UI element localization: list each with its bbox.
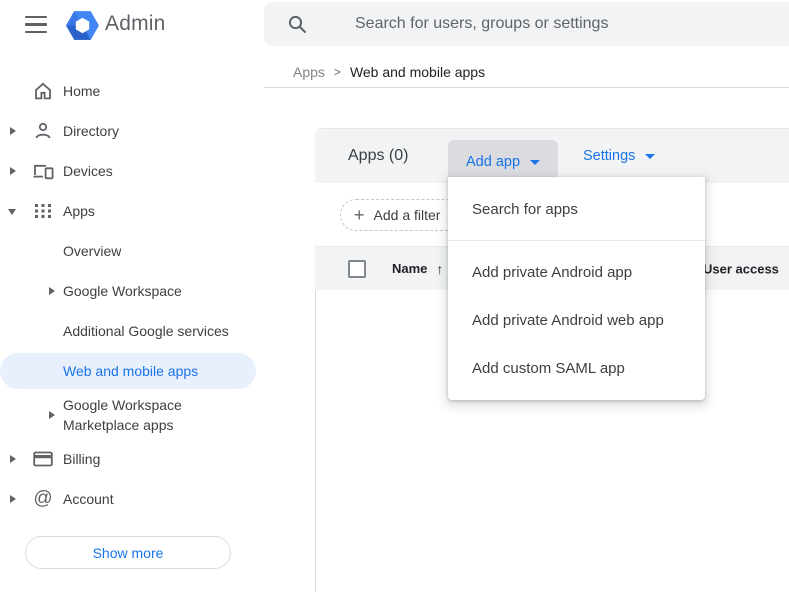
sidebar-item-label: Directory xyxy=(63,123,120,139)
sort-ascending-icon: ↑ xyxy=(436,260,444,277)
sidebar-item-label: Devices xyxy=(63,163,113,179)
sidebar-item-devices[interactable]: Devices xyxy=(0,151,256,191)
settings-button-label: Settings xyxy=(583,148,636,164)
menu-item-add-private-android-app[interactable]: Add private Android app xyxy=(448,248,705,296)
product-name: Admin xyxy=(105,12,166,35)
sidebar-item-label: Additional Google services xyxy=(63,323,229,339)
person-icon xyxy=(31,119,55,143)
home-icon xyxy=(31,79,55,103)
menu-item-search-for-apps[interactable]: Search for apps xyxy=(448,185,705,233)
sidebar-item-label: Billing xyxy=(63,451,101,467)
expand-arrow-icon[interactable] xyxy=(49,287,55,295)
column-header-name[interactable]: Name ↑ xyxy=(392,261,443,277)
menu-divider xyxy=(448,240,705,241)
expand-arrow-icon[interactable] xyxy=(10,495,16,503)
select-all-checkbox[interactable] xyxy=(348,260,366,278)
expand-arrow-icon[interactable] xyxy=(10,127,16,135)
sidebar-item-web-and-mobile-apps[interactable]: Web and mobile apps xyxy=(0,353,256,389)
sidebar-item-overview[interactable]: Overview xyxy=(0,231,256,271)
chevron-down-icon xyxy=(530,159,541,165)
settings-button[interactable]: Settings xyxy=(583,129,656,183)
sidebar-item-directory[interactable]: Directory xyxy=(0,111,256,151)
menu-item-add-custom-saml-app[interactable]: Add custom SAML app xyxy=(448,344,705,392)
add-app-button-label: Add app xyxy=(465,154,521,170)
chevron-down-icon xyxy=(645,153,656,159)
apps-toolbar: Apps (0) Add app Settings xyxy=(315,128,789,184)
sidebar-item-apps[interactable]: Apps xyxy=(0,191,256,231)
header-divider xyxy=(264,87,789,88)
expand-arrow-icon[interactable] xyxy=(10,167,16,175)
search-icon xyxy=(288,15,306,33)
menu-item-add-private-android-web-app[interactable]: Add private Android web app xyxy=(448,296,705,344)
search-input[interactable] xyxy=(355,2,775,46)
expand-arrow-icon[interactable] xyxy=(49,411,55,419)
admin-console-screen: Admin Apps > Web and mobile apps Home Di… xyxy=(0,0,789,592)
sidebar-item-label: Google Workspace xyxy=(63,283,182,299)
breadcrumb-current: Web and mobile apps xyxy=(349,64,486,80)
expand-arrow-icon[interactable] xyxy=(10,455,16,463)
sidebar-item-label: Overview xyxy=(63,243,122,259)
add-app-dropdown-menu: Search for apps Add private Android app … xyxy=(448,177,705,400)
column-header-user-access[interactable]: User access xyxy=(703,261,779,276)
sidebar-item-label: Home xyxy=(63,83,101,99)
add-filter-label: Add a filter xyxy=(373,207,441,223)
breadcrumb-parent[interactable]: Apps xyxy=(293,64,325,80)
collapse-arrow-icon[interactable] xyxy=(8,209,16,215)
sidebar-item-home[interactable]: Home xyxy=(0,71,256,111)
breadcrumb: Apps > Web and mobile apps xyxy=(293,64,485,80)
sidebar-item-billing[interactable]: Billing xyxy=(0,439,256,479)
sidebar-item-label: Web and mobile apps xyxy=(63,363,199,379)
global-search-bar[interactable] xyxy=(264,2,789,46)
sidebar-item-label: Google Workspace Marketplace apps xyxy=(63,397,182,433)
sidebar-item-additional-google-services[interactable]: Additional Google services xyxy=(0,311,256,351)
sidebar-item-label: Apps xyxy=(63,203,95,219)
sidebar-item-marketplace-apps[interactable]: Google Workspace Marketplace apps xyxy=(0,391,256,439)
sidebar-item-google-workspace[interactable]: Google Workspace xyxy=(0,271,256,311)
billing-icon xyxy=(31,447,55,471)
breadcrumb-separator: > xyxy=(333,65,341,79)
sidebar-item-label: Account xyxy=(63,491,114,507)
menu-hamburger-icon[interactable] xyxy=(25,16,47,33)
apps-grid-icon xyxy=(31,199,55,223)
devices-icon xyxy=(31,159,55,183)
apps-count-title: Apps (0) xyxy=(348,147,409,164)
plus-icon: + xyxy=(354,205,365,225)
at-icon: @ xyxy=(33,488,53,509)
sidebar-item-account[interactable]: @ Account xyxy=(0,479,256,519)
google-admin-logo-icon xyxy=(66,11,99,40)
show-more-button[interactable]: Show more xyxy=(25,536,231,569)
